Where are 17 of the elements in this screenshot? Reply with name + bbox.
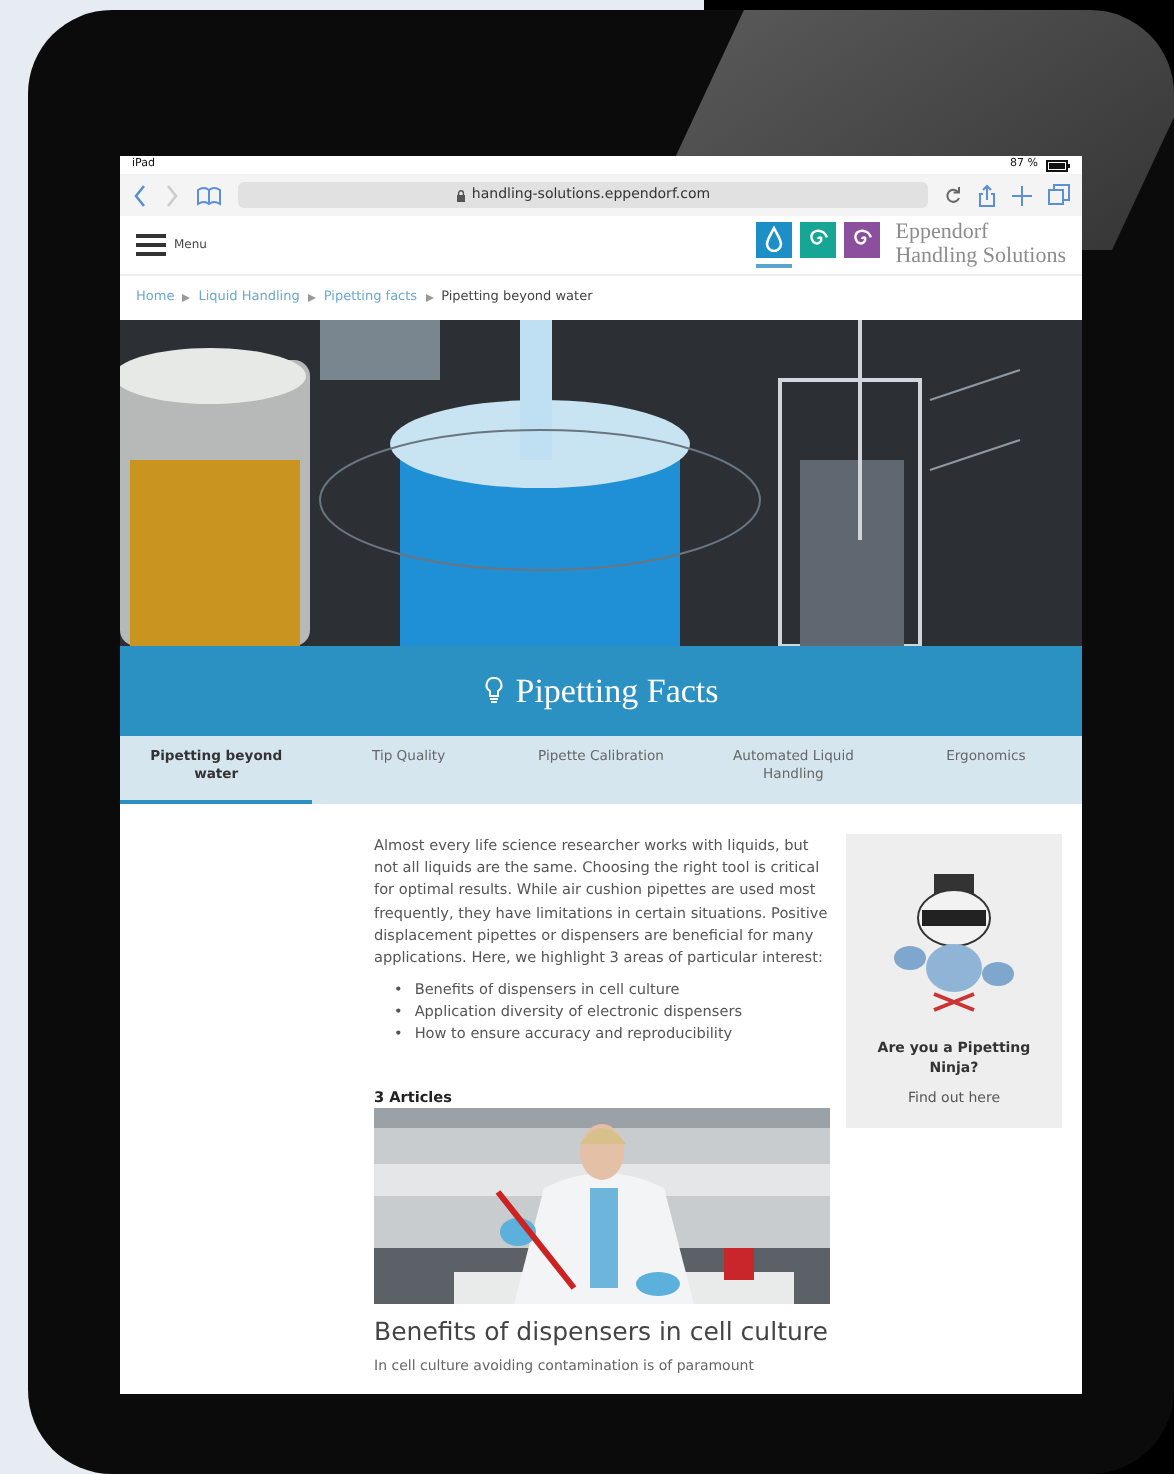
lock-icon bbox=[455, 189, 466, 201]
share-icon[interactable] bbox=[978, 183, 996, 207]
drop-logo[interactable] bbox=[755, 221, 792, 268]
separator-icon bbox=[425, 293, 434, 302]
tabs-icon[interactable] bbox=[1048, 184, 1070, 206]
brand-name: Eppendorf Handling Solutions bbox=[895, 221, 1066, 269]
plus-icon[interactable] bbox=[1012, 185, 1032, 205]
separator-icon bbox=[182, 293, 191, 302]
battery-icon bbox=[1046, 159, 1070, 171]
menu-icon bbox=[136, 234, 166, 256]
lightbulb-icon bbox=[483, 676, 504, 705]
reload-icon[interactable] bbox=[944, 186, 962, 204]
back-icon[interactable] bbox=[132, 183, 148, 207]
separator-icon bbox=[307, 293, 316, 302]
article-title[interactable]: Benefits of dispensers in cell culture bbox=[374, 1316, 830, 1347]
banner-title: Pipetting Facts bbox=[515, 669, 719, 714]
bookmarks-icon[interactable] bbox=[196, 185, 222, 205]
